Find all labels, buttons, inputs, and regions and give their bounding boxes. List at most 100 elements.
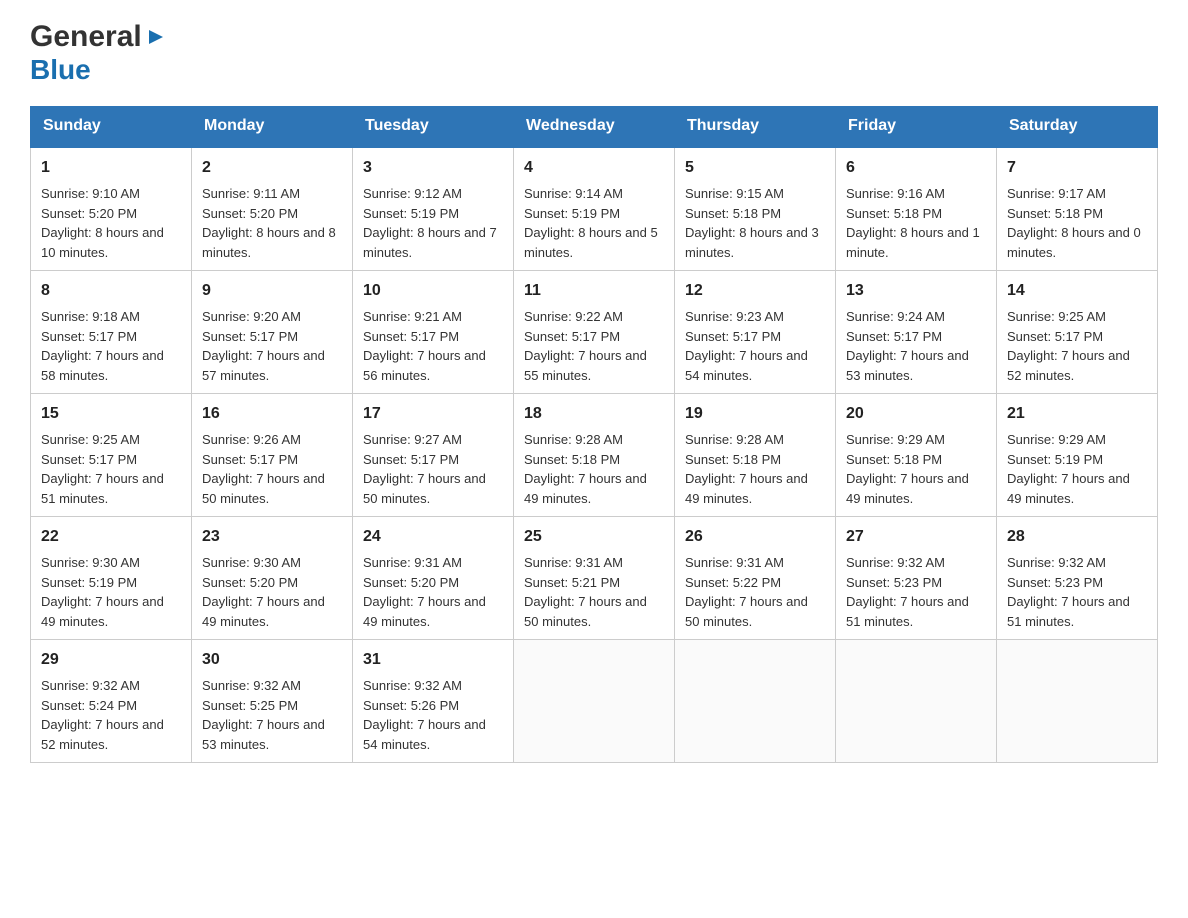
sunrise-text: Sunrise: 9:14 AM bbox=[524, 186, 623, 201]
sunset-text: Sunset: 5:20 PM bbox=[41, 206, 137, 221]
daylight-text: Daylight: 7 hours and 51 minutes. bbox=[846, 594, 969, 629]
daylight-text: Daylight: 7 hours and 49 minutes. bbox=[685, 471, 808, 506]
sunrise-text: Sunrise: 9:32 AM bbox=[41, 678, 140, 693]
sunrise-text: Sunrise: 9:25 AM bbox=[1007, 309, 1106, 324]
calendar-cell: 16Sunrise: 9:26 AMSunset: 5:17 PMDayligh… bbox=[192, 394, 353, 517]
day-number: 13 bbox=[846, 279, 986, 303]
daylight-text: Daylight: 8 hours and 1 minute. bbox=[846, 225, 980, 260]
daylight-text: Daylight: 8 hours and 8 minutes. bbox=[202, 225, 336, 260]
sunset-text: Sunset: 5:19 PM bbox=[1007, 452, 1103, 467]
sunrise-text: Sunrise: 9:18 AM bbox=[41, 309, 140, 324]
sunset-text: Sunset: 5:26 PM bbox=[363, 698, 459, 713]
sunrise-text: Sunrise: 9:21 AM bbox=[363, 309, 462, 324]
day-header-sunday: Sunday bbox=[31, 107, 192, 147]
calendar-cell: 7Sunrise: 9:17 AMSunset: 5:18 PMDaylight… bbox=[997, 147, 1158, 271]
calendar-cell bbox=[675, 640, 836, 763]
daylight-text: Daylight: 7 hours and 50 minutes. bbox=[363, 471, 486, 506]
day-number: 29 bbox=[41, 648, 181, 672]
sunset-text: Sunset: 5:17 PM bbox=[41, 452, 137, 467]
day-number: 27 bbox=[846, 525, 986, 549]
calendar-cell: 25Sunrise: 9:31 AMSunset: 5:21 PMDayligh… bbox=[514, 517, 675, 640]
calendar-cell: 4Sunrise: 9:14 AMSunset: 5:19 PMDaylight… bbox=[514, 147, 675, 271]
sunrise-text: Sunrise: 9:28 AM bbox=[685, 432, 784, 447]
day-number: 22 bbox=[41, 525, 181, 549]
sunrise-text: Sunrise: 9:27 AM bbox=[363, 432, 462, 447]
day-number: 24 bbox=[363, 525, 503, 549]
sunset-text: Sunset: 5:24 PM bbox=[41, 698, 137, 713]
day-number: 19 bbox=[685, 402, 825, 426]
day-header-friday: Friday bbox=[836, 107, 997, 147]
daylight-text: Daylight: 7 hours and 51 minutes. bbox=[1007, 594, 1130, 629]
logo-arrow-icon bbox=[145, 26, 167, 48]
day-number: 23 bbox=[202, 525, 342, 549]
sunrise-text: Sunrise: 9:12 AM bbox=[363, 186, 462, 201]
sunrise-text: Sunrise: 9:29 AM bbox=[1007, 432, 1106, 447]
calendar-week-5: 29 Sunrise: 9:32 AM Sunset: 5:24 PM Dayligh… bbox=[31, 640, 1158, 763]
sunset-text: Sunset: 5:17 PM bbox=[524, 329, 620, 344]
calendar-cell: 26Sunrise: 9:31 AMSunset: 5:22 PMDayligh… bbox=[675, 517, 836, 640]
daylight-text: Daylight: 7 hours and 49 minutes. bbox=[202, 594, 325, 629]
day-number: 15 bbox=[41, 402, 181, 426]
sunset-text: Sunset: 5:22 PM bbox=[685, 575, 781, 590]
logo: General Blue bbox=[30, 20, 167, 86]
calendar-cell: 11Sunrise: 9:22 AMSunset: 5:17 PMDayligh… bbox=[514, 271, 675, 394]
calendar-week-1: 1Sunrise: 9:10 AMSunset: 5:20 PMDaylight… bbox=[31, 147, 1158, 271]
day-number: 1 bbox=[41, 156, 181, 180]
daylight-text: Daylight: 7 hours and 54 minutes. bbox=[363, 717, 486, 752]
sunrise-text: Sunrise: 9:32 AM bbox=[1007, 555, 1106, 570]
daylight-text: Daylight: 8 hours and 7 minutes. bbox=[363, 225, 497, 260]
sunset-text: Sunset: 5:17 PM bbox=[202, 452, 298, 467]
logo-general-text: General bbox=[30, 20, 142, 54]
calendar-cell: 2Sunrise: 9:11 AMSunset: 5:20 PMDaylight… bbox=[192, 147, 353, 271]
day-number: 14 bbox=[1007, 279, 1147, 303]
day-number: 4 bbox=[524, 156, 664, 180]
calendar-cell: 19 Sunrise: 9:28 AM Sunset: 5:18 PM Dayligh… bbox=[675, 394, 836, 517]
calendar-cell: 28Sunrise: 9:32 AMSunset: 5:23 PMDayligh… bbox=[997, 517, 1158, 640]
sunset-text: Sunset: 5:17 PM bbox=[202, 329, 298, 344]
sunrise-text: Sunrise: 9:24 AM bbox=[846, 309, 945, 324]
sunset-text: Sunset: 5:23 PM bbox=[846, 575, 942, 590]
logo-blue-text: Blue bbox=[30, 54, 91, 85]
sunrise-text: Sunrise: 9:11 AM bbox=[202, 186, 300, 201]
day-number: 7 bbox=[1007, 156, 1147, 180]
calendar-cell: 31Sunrise: 9:32 AMSunset: 5:26 PMDayligh… bbox=[353, 640, 514, 763]
sunrise-text: Sunrise: 9:23 AM bbox=[685, 309, 784, 324]
calendar-cell: 5Sunrise: 9:15 AMSunset: 5:18 PMDaylight… bbox=[675, 147, 836, 271]
day-number: 16 bbox=[202, 402, 342, 426]
calendar-cell: 27 Sunrise: 9:32 AM Sunset: 5:23 PM Dayligh… bbox=[836, 517, 997, 640]
calendar-body: 1Sunrise: 9:10 AMSunset: 5:20 PMDaylight… bbox=[31, 147, 1158, 763]
day-number: 9 bbox=[202, 279, 342, 303]
calendar-week-4: 22 Sunrise: 9:30 AM Sunset: 5:19 PM Dayligh… bbox=[31, 517, 1158, 640]
sunset-text: Sunset: 5:19 PM bbox=[41, 575, 137, 590]
day-number: 10 bbox=[363, 279, 503, 303]
daylight-text: Daylight: 7 hours and 56 minutes. bbox=[363, 348, 486, 383]
daylight-text: Daylight: 7 hours and 49 minutes. bbox=[846, 471, 969, 506]
calendar-cell bbox=[997, 640, 1158, 763]
sunset-text: Sunset: 5:18 PM bbox=[685, 452, 781, 467]
sunrise-text: Sunrise: 9:17 AM bbox=[1007, 186, 1106, 201]
calendar-cell: 23 Sunrise: 9:30 AM Sunset: 5:20 PM Dayligh… bbox=[192, 517, 353, 640]
day-header-monday: Monday bbox=[192, 107, 353, 147]
day-number: 18 bbox=[524, 402, 664, 426]
sunrise-text: Sunrise: 9:25 AM bbox=[41, 432, 140, 447]
day-number: 20 bbox=[846, 402, 986, 426]
calendar-cell: 14Sunrise: 9:25 AMSunset: 5:17 PMDayligh… bbox=[997, 271, 1158, 394]
sunset-text: Sunset: 5:17 PM bbox=[41, 329, 137, 344]
sunrise-text: Sunrise: 9:30 AM bbox=[202, 555, 301, 570]
calendar-cell: 24Sunrise: 9:31 AMSunset: 5:20 PMDayligh… bbox=[353, 517, 514, 640]
sunrise-text: Sunrise: 9:31 AM bbox=[363, 555, 462, 570]
sunrise-text: Sunrise: 9:26 AM bbox=[202, 432, 301, 447]
day-header-saturday: Saturday bbox=[997, 107, 1158, 147]
sunset-text: Sunset: 5:20 PM bbox=[202, 575, 298, 590]
daylight-text: Daylight: 8 hours and 0 minutes. bbox=[1007, 225, 1141, 260]
daylight-text: Daylight: 7 hours and 51 minutes. bbox=[41, 471, 164, 506]
calendar-cell: 12Sunrise: 9:23 AMSunset: 5:17 PMDayligh… bbox=[675, 271, 836, 394]
sunrise-text: Sunrise: 9:29 AM bbox=[846, 432, 945, 447]
daylight-text: Daylight: 7 hours and 49 minutes. bbox=[41, 594, 164, 629]
day-number: 11 bbox=[524, 279, 664, 303]
calendar-cell: 8Sunrise: 9:18 AMSunset: 5:17 PMDaylight… bbox=[31, 271, 192, 394]
sunset-text: Sunset: 5:17 PM bbox=[1007, 329, 1103, 344]
sunset-text: Sunset: 5:25 PM bbox=[202, 698, 298, 713]
sunrise-text: Sunrise: 9:32 AM bbox=[846, 555, 945, 570]
daylight-text: Daylight: 7 hours and 49 minutes. bbox=[1007, 471, 1130, 506]
